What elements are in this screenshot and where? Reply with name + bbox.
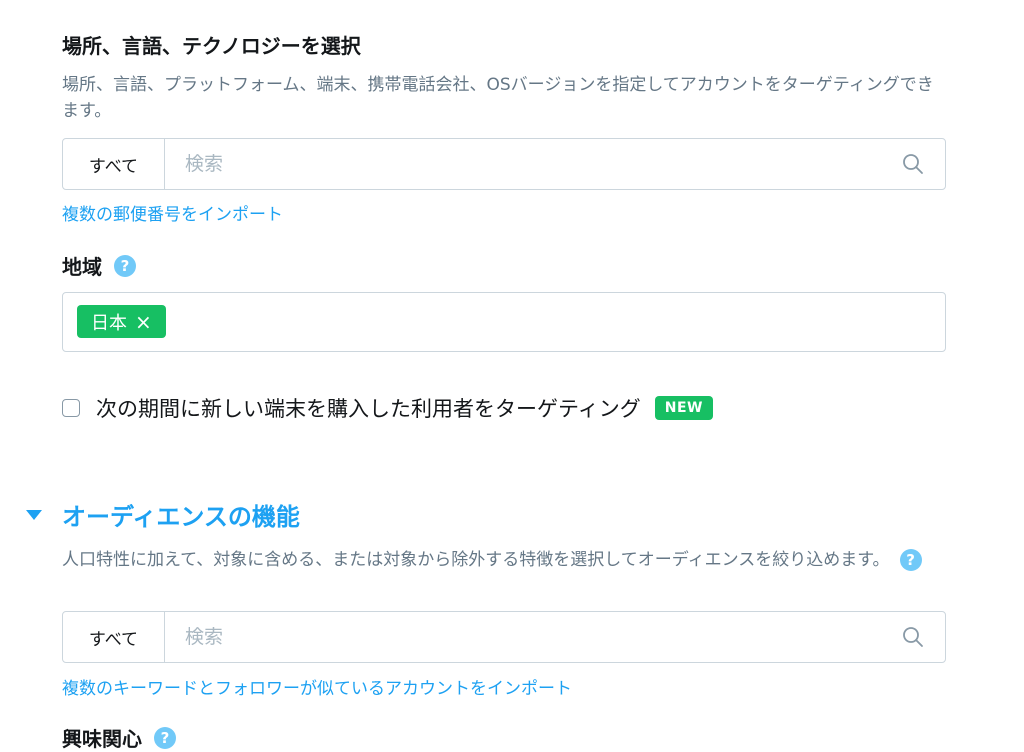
region-token-japan[interactable]: 日本 × [77,305,166,338]
new-badge: NEW [654,396,713,420]
audience-section-toggle[interactable]: オーディエンスの機能 [24,497,300,532]
triangle-down-icon[interactable] [24,508,44,522]
help-icon[interactable]: ? [899,549,922,571]
region-label: 地域 [62,255,102,279]
help-icon[interactable]: ? [114,254,136,277]
location-search-scope[interactable]: すべて [63,139,165,189]
search-icon[interactable] [881,612,945,662]
location-search-bar: すべて [62,138,946,190]
import-keywords-link[interactable]: 複数のキーワードとフォロワーが似ているアカウントをインポート [62,674,572,699]
import-postal-codes-link[interactable]: 複数の郵便番号をインポート [62,200,283,225]
location-section-title: 場所、言語、テクノロジーを選択 [62,34,361,58]
new-device-label[interactable]: 次の期間に新しい端末を購入した利用者をターゲティング [96,393,641,423]
location-section-description: 場所、言語、プラットフォーム、端末、携帯電話会社、OSバージョンを指定してアカウ… [62,75,934,121]
audience-section-description-block: 人口特性に加えて、対象に含める、または対象から除外する特徴を選択してオーディエン… [62,546,962,574]
interests-label: 興味関心 [62,727,142,751]
region-token-label: 日本 [91,312,127,334]
audience-search-input[interactable] [165,612,881,662]
remove-token-icon[interactable]: × [135,310,152,334]
location-search-input[interactable] [165,139,881,189]
region-label-row: 地域 ? [62,251,136,280]
interests-label-row: 興味関心 ? [62,723,176,752]
audience-search-scope[interactable]: すべて [63,612,165,662]
audience-section-description: 人口特性に加えて、対象に含める、または対象から除外する特徴を選択してオーディエン… [62,550,890,570]
new-device-checkbox[interactable] [62,399,80,417]
new-device-option: 次の期間に新しい端末を購入した利用者をターゲティング NEW [62,393,713,423]
region-token-field[interactable]: 日本 × [62,292,946,352]
help-icon[interactable]: ? [154,726,176,749]
audience-search-bar: すべて [62,611,946,663]
audience-section-title: オーディエンスの機能 [62,503,300,531]
search-icon[interactable] [881,139,945,189]
